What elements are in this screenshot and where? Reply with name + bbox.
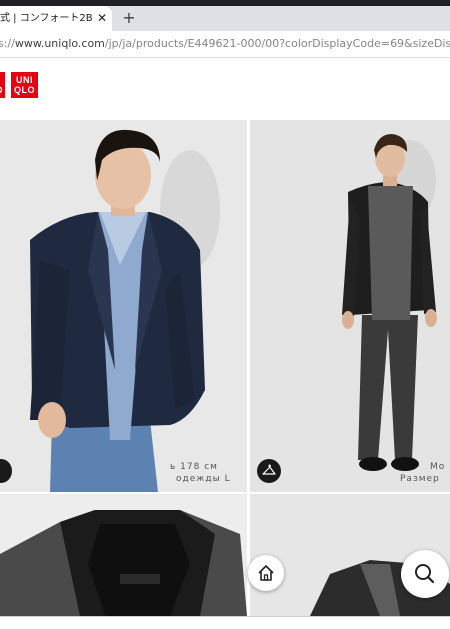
uniqlo-logo[interactable]: UNI QLO — [11, 72, 38, 98]
new-tab-button[interactable]: + — [120, 8, 138, 28]
product-photo-front[interactable]: ь 178 см одежды L — [0, 120, 247, 492]
collar-illustration — [0, 494, 247, 616]
active-tab[interactable]: 式 | コンフォート2Bジャケット ✕ — [0, 6, 112, 31]
logo-text-bottom: QLO — [14, 85, 35, 95]
logo-text-top: UNI — [16, 75, 33, 85]
hanger-icon[interactable] — [257, 459, 281, 483]
logo-text-top: UNI — [0, 75, 5, 85]
model-illustration-1 — [0, 120, 247, 492]
model-size-caption: Размер — [400, 474, 440, 484]
url-text[interactable]: s://www.uniqlo.com/jp/ja/products/E44962… — [0, 36, 450, 52]
logo-text-bottom: QLO — [0, 85, 5, 95]
model-illustration-2 — [250, 120, 450, 492]
site-header — [0, 58, 450, 120]
model-caption: Мо — [430, 462, 446, 472]
tab-close-icon[interactable]: ✕ — [95, 10, 109, 26]
product-photo-fullbody[interactable]: Мо Размер — [250, 120, 450, 492]
url-host: www.uniqlo.com — [14, 37, 105, 50]
tab-strip: 式 | コンフォート2Bジャケット ✕ + — [0, 6, 450, 31]
address-bar[interactable]: s://www.uniqlo.com/jp/ja/products/E44962… — [0, 31, 450, 58]
home-icon — [258, 565, 274, 581]
url-scheme: s:// — [0, 37, 15, 50]
url-path: /jp/ja/products/E449621-000/00?colorDisp… — [104, 37, 450, 50]
product-photo-collar-detail[interactable] — [0, 494, 247, 616]
home-button[interactable] — [248, 555, 284, 591]
model-size-caption: одежды L — [176, 474, 231, 484]
search-icon — [415, 564, 435, 584]
bottom-edge — [0, 616, 450, 629]
model-height-caption: ь 178 см — [170, 462, 218, 472]
uniqlo-logo-partial[interactable]: UNI QLO — [0, 72, 5, 98]
search-button[interactable] — [401, 550, 449, 598]
tab-title: 式 | コンフォート2Bジャケット — [0, 13, 92, 24]
